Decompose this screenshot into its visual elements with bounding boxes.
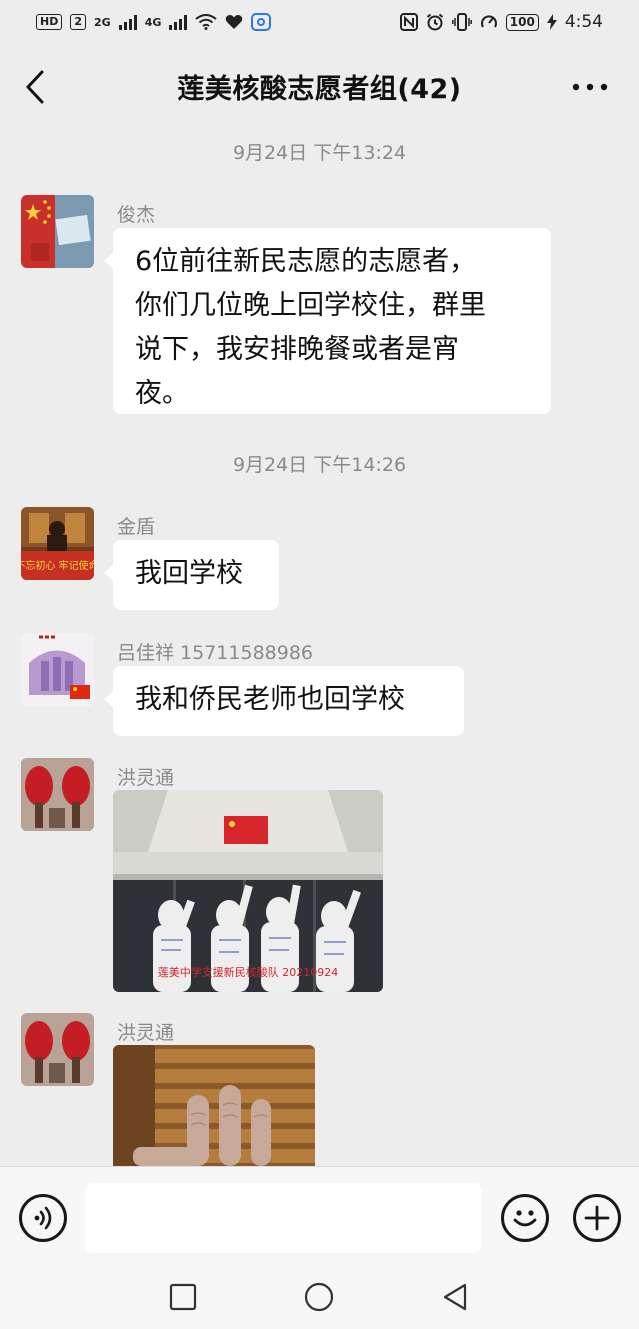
heart-rate-icon <box>226 15 243 29</box>
avatar[interactable]: 不忘初心 牢记使命 <box>21 507 94 580</box>
status-right: 100 4:54 <box>399 12 603 32</box>
recents-icon[interactable] <box>168 1282 198 1312</box>
status-left: HD 2 2G 4G <box>36 13 272 31</box>
alarm-icon <box>426 13 443 31</box>
message-line: 6位前往新民志愿的志愿者， <box>135 246 477 277</box>
message-bubble[interactable]: 我回学校 <box>104 540 279 610</box>
clock: 4:54 <box>564 12 603 32</box>
message-line: 说下，我安排晚餐或者是宵 <box>135 334 459 365</box>
chat-header: 莲美核酸志愿者组(42) <box>0 52 639 122</box>
message-text: 我和侨民老师也回学校 <box>135 684 405 715</box>
message-input[interactable] <box>85 1183 482 1253</box>
more-dots-icon[interactable] <box>570 74 610 100</box>
back-triangle-icon[interactable] <box>440 1282 470 1312</box>
hd-indicator: HD <box>36 14 63 30</box>
plus-icon <box>584 1205 610 1231</box>
chat-title: 莲美核酸志愿者组(42) <box>177 74 462 105</box>
timestamp: 9月24日 下午14:26 <box>232 454 407 476</box>
wifi-icon <box>195 14 217 30</box>
voice-icon <box>34 1206 52 1230</box>
message-line: 你们几位晚上回学校住，群里 <box>135 290 486 321</box>
network-type-1: 2G <box>94 15 111 29</box>
chat-app-icon <box>251 13 272 31</box>
timestamp: 9月24日 下午13:24 <box>232 142 407 164</box>
signal-icon <box>118 14 137 30</box>
avatar[interactable] <box>21 633 94 706</box>
sender-name: 洪灵通 <box>117 1022 175 1044</box>
data-saver-icon <box>480 15 497 28</box>
sender-name: 洪灵通 <box>117 767 175 789</box>
message-bubble[interactable]: 我和侨民老师也回学校 <box>104 666 464 736</box>
sender-name: 俊杰 <box>117 204 156 226</box>
avatar[interactable] <box>21 1013 94 1086</box>
battery-indicator: 100 <box>505 13 539 31</box>
emoji-button[interactable] <box>501 1194 549 1242</box>
avatar[interactable] <box>21 758 94 831</box>
plus-button[interactable] <box>573 1194 621 1242</box>
system-navigation-bar <box>0 1268 639 1329</box>
photo-caption: 莲美中学支援新民核酸队 20210924 <box>158 965 338 979</box>
sim-indicator: 2 <box>70 14 86 30</box>
nfc-icon <box>399 13 418 31</box>
charging-icon <box>546 14 557 30</box>
home-icon[interactable] <box>304 1282 334 1312</box>
input-bar <box>0 1166 639 1268</box>
message-bubble[interactable]: 6位前往新民志愿的志愿者， 你们几位晚上回学校住，群里 说下，我安排晚餐或者是宵… <box>104 228 551 414</box>
avatar-slogan: 不忘初心 牢记使命 <box>21 559 94 572</box>
sender-name: 金盾 <box>117 516 156 538</box>
message-line: 夜。 <box>135 378 189 409</box>
emoji-icon <box>513 1210 537 1227</box>
voice-button[interactable] <box>19 1194 67 1242</box>
status-bar: HD 2 2G 4G 100 4:54 <box>0 0 639 44</box>
sender-name: 吕佳祥 15711588986 <box>117 642 314 664</box>
network-type-2: 4G <box>144 15 162 29</box>
signal-icon-2 <box>169 14 188 30</box>
photo-message[interactable]: 莲美中学支援新民核酸队 20210924 <box>113 790 383 992</box>
message-text: 我回学校 <box>135 558 243 589</box>
avatar[interactable] <box>21 195 94 268</box>
photo-message[interactable] <box>113 1045 315 1166</box>
vibrate-icon <box>451 13 472 31</box>
